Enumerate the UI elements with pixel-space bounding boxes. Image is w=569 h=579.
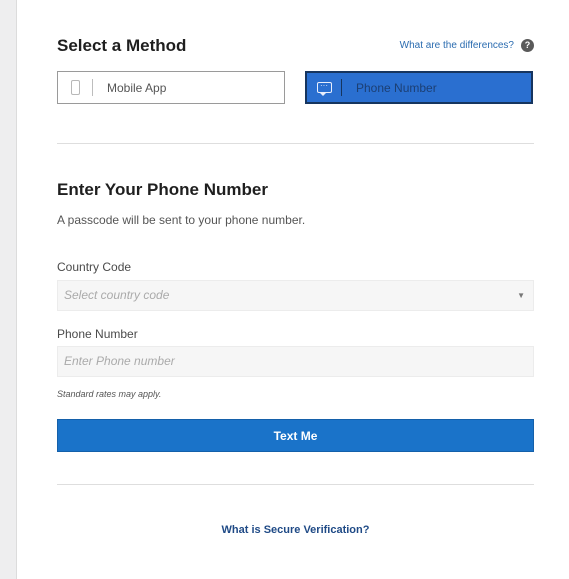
phone-number-label: Phone Number — [57, 327, 138, 341]
mobile-app-option[interactable]: Mobile App — [57, 71, 285, 104]
text-me-button[interactable]: Text Me — [57, 419, 534, 452]
select-method-heading: Select a Method — [57, 36, 187, 55]
mobile-phone-icon — [58, 80, 92, 95]
phone-number-option[interactable]: ··· Phone Number — [305, 71, 533, 104]
secure-verification-link[interactable]: What is Secure Verification? — [57, 524, 534, 536]
method-header: Select a Method What are the differences… — [57, 36, 534, 56]
phone-section-subtitle: A passcode will be sent to your phone nu… — [57, 213, 306, 227]
country-code-placeholder: Select country code — [64, 288, 170, 302]
footer-divider — [57, 484, 534, 485]
phone-number-option-label: Phone Number — [356, 80, 437, 95]
left-rail — [0, 0, 17, 579]
phone-section-heading: Enter Your Phone Number — [57, 180, 268, 199]
dropdown-caret-icon: ▼ — [517, 291, 525, 300]
method-toggle: Mobile App ··· Phone Number — [57, 71, 534, 104]
country-code-select[interactable]: Select country code ▼ — [57, 280, 534, 311]
phone-number-placeholder: Enter Phone number — [64, 354, 175, 368]
option-separator — [92, 79, 93, 96]
mobile-app-label: Mobile App — [107, 80, 167, 95]
differences-link[interactable]: What are the differences? — [400, 40, 514, 51]
section-divider — [57, 143, 534, 144]
phone-number-input[interactable]: Enter Phone number — [57, 346, 534, 377]
option-separator — [341, 79, 342, 96]
country-code-label: Country Code — [57, 260, 132, 274]
help-icon[interactable]: ? — [521, 39, 534, 52]
text-message-icon: ··· — [307, 82, 341, 96]
rates-note: Standard rates may apply. — [57, 389, 162, 399]
